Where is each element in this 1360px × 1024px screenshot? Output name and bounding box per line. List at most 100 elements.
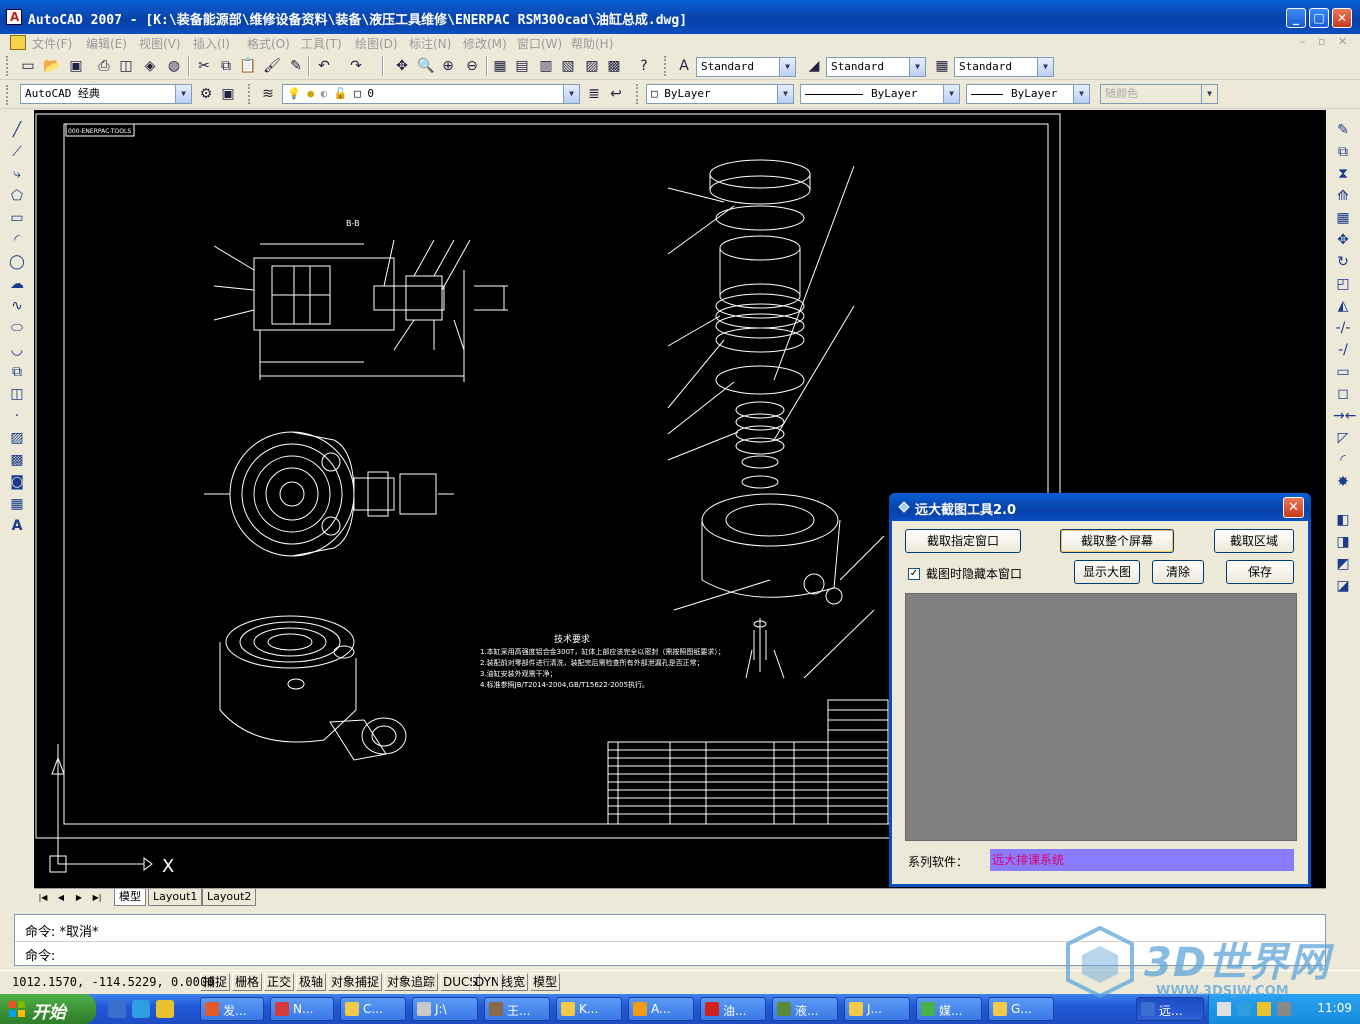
- taskbar-item[interactable]: 王...: [484, 997, 550, 1021]
- menu-dimension[interactable]: 标注(N): [409, 35, 451, 52]
- mdi-restore-icon[interactable]: ▫: [1318, 35, 1325, 48]
- tool-palettes-icon[interactable]: ▥: [536, 56, 556, 76]
- block-editor-icon[interactable]: ✎: [286, 56, 306, 76]
- taskbar-item[interactable]: 油...: [700, 997, 766, 1021]
- save-workspace-icon[interactable]: ▣: [218, 84, 238, 104]
- color-combo[interactable]: □ ByLayer ▼: [646, 84, 794, 104]
- chevron-down-icon[interactable]: ▼: [563, 85, 579, 103]
- trim-icon[interactable]: -/-: [1333, 318, 1353, 338]
- save-button[interactable]: 保存: [1226, 560, 1294, 584]
- tray-icon[interactable]: [1277, 1002, 1291, 1016]
- toolbar-grip[interactable]: [248, 84, 252, 104]
- chevron-down-icon[interactable]: ▼: [1073, 85, 1089, 103]
- chevron-down-icon[interactable]: ▼: [175, 85, 191, 103]
- taskbar-item[interactable]: J...: [844, 997, 910, 1021]
- pan-icon[interactable]: ✥: [392, 56, 412, 76]
- menu-view[interactable]: 视图(V): [139, 35, 181, 52]
- table-icon[interactable]: ▦: [7, 494, 27, 514]
- taskbar-item[interactable]: J:\: [412, 997, 478, 1021]
- clock[interactable]: 11:09: [1317, 1001, 1352, 1015]
- lineweight-toggle[interactable]: 线宽: [498, 973, 529, 991]
- menu-tools[interactable]: 工具(T): [301, 35, 342, 52]
- spline-icon[interactable]: ∿: [7, 296, 27, 316]
- table-style-combo[interactable]: Standard ▼: [954, 57, 1054, 77]
- plot-icon[interactable]: ⎙: [94, 56, 114, 76]
- workspace-combo[interactable]: AutoCAD 经典 ▼: [20, 84, 192, 104]
- text-style-icon[interactable]: A: [674, 56, 694, 76]
- insert-block-icon[interactable]: ⧉: [7, 362, 27, 382]
- undo-icon[interactable]: ↶: [314, 56, 334, 76]
- line-icon[interactable]: ╱: [7, 120, 27, 140]
- mdi-close-icon[interactable]: ✕: [1338, 35, 1347, 48]
- toolbar-grip[interactable]: [636, 84, 640, 104]
- zoom-window-icon[interactable]: ⊕: [438, 56, 458, 76]
- copy-object-icon[interactable]: ⧉: [1333, 142, 1353, 162]
- plot-preview-icon[interactable]: ◫: [116, 56, 136, 76]
- tray-icon[interactable]: [1257, 1002, 1271, 1016]
- erase-icon[interactable]: ✎: [1333, 120, 1353, 140]
- tray-icon[interactable]: [1217, 1002, 1231, 1016]
- draworder-front-icon[interactable]: ◧: [1333, 510, 1353, 530]
- show-large-button[interactable]: 显示大图: [1074, 560, 1140, 584]
- plot-style-combo[interactable]: 随颜色 ▼: [1100, 84, 1218, 104]
- prev-tab-icon[interactable]: ◀: [54, 891, 68, 904]
- help-icon[interactable]: ?: [634, 56, 654, 76]
- markup-icon[interactable]: ▨: [582, 56, 602, 76]
- chevron-down-icon[interactable]: ▼: [1201, 85, 1217, 103]
- taskbar-item[interactable]: 媒...: [916, 997, 982, 1021]
- zoom-realtime-icon[interactable]: 🔍: [416, 56, 436, 76]
- taskbar-item[interactable]: N...: [270, 997, 334, 1021]
- copy-icon[interactable]: ⧉: [216, 56, 236, 76]
- menu-help[interactable]: 帮助(H): [571, 35, 613, 52]
- taskbar-item[interactable]: K...: [556, 997, 622, 1021]
- osnap-toggle[interactable]: 对象捕捉: [328, 973, 383, 991]
- rectangle-icon[interactable]: ▭: [7, 208, 27, 228]
- snap-toggle[interactable]: 捕捉: [200, 973, 231, 991]
- capture-window-button[interactable]: 截取指定窗口: [905, 529, 1021, 553]
- tab-layout2[interactable]: Layout2: [202, 889, 257, 906]
- menu-modify[interactable]: 修改(M): [463, 35, 507, 52]
- otrack-toggle[interactable]: 对象追踪: [384, 973, 439, 991]
- chevron-down-icon[interactable]: ▼: [909, 58, 925, 76]
- start-button[interactable]: 开始: [0, 994, 96, 1024]
- array-icon[interactable]: ▦: [1333, 208, 1353, 228]
- tab-layout1[interactable]: Layout1: [148, 889, 203, 906]
- mdi-minimize-icon[interactable]: –: [1300, 35, 1306, 48]
- menu-insert[interactable]: 插入(I): [193, 35, 230, 52]
- hide-window-checkbox[interactable]: ✓: [908, 568, 920, 580]
- publish-web-icon[interactable]: ◍: [164, 56, 184, 76]
- toolbar-grip[interactable]: [664, 56, 668, 76]
- messenger-icon[interactable]: [132, 1000, 150, 1018]
- taskbar-item[interactable]: 液...: [772, 997, 838, 1021]
- taskbar-item[interactable]: 发...: [200, 997, 264, 1021]
- command-prompt[interactable]: 命令:: [25, 945, 55, 964]
- break-icon[interactable]: ◻: [1333, 384, 1353, 404]
- last-tab-icon[interactable]: ▶|: [90, 891, 104, 904]
- lineweight-combo[interactable]: ByLayer ▼: [966, 84, 1090, 104]
- text-style-combo[interactable]: Standard ▼: [696, 57, 796, 77]
- ellipse-arc-icon[interactable]: ◡: [7, 340, 27, 360]
- polyline-icon[interactable]: ⤷: [7, 164, 27, 184]
- menu-window[interactable]: 窗口(W): [517, 35, 562, 52]
- menu-file[interactable]: 文件(F): [32, 35, 72, 52]
- qq-icon[interactable]: [156, 1000, 174, 1018]
- make-block-icon[interactable]: ◫: [7, 384, 27, 404]
- tray-icon[interactable]: [1237, 1002, 1251, 1016]
- dim-style-icon[interactable]: ◢: [804, 56, 824, 76]
- draworder-back-icon[interactable]: ◨: [1333, 532, 1353, 552]
- menu-draw[interactable]: 绘图(D): [355, 35, 398, 52]
- toolbar-grip[interactable]: [6, 85, 10, 105]
- offset-icon[interactable]: ⟰: [1333, 186, 1353, 206]
- region-icon[interactable]: ◙: [7, 472, 27, 492]
- multiline-text-icon[interactable]: A: [7, 516, 27, 536]
- chevron-down-icon[interactable]: ▼: [779, 58, 795, 76]
- construction-line-icon[interactable]: ⟋: [7, 142, 27, 162]
- zoom-previous-icon[interactable]: ⊖: [462, 56, 482, 76]
- next-tab-icon[interactable]: ▶: [72, 891, 86, 904]
- new-icon[interactable]: ▭: [18, 56, 38, 76]
- menu-format[interactable]: 格式(O): [247, 35, 290, 52]
- polar-toggle[interactable]: 极轴: [296, 973, 327, 991]
- fillet-icon[interactable]: ◜: [1333, 450, 1353, 470]
- capture-region-button[interactable]: 截取区域: [1214, 529, 1294, 553]
- move-icon[interactable]: ✥: [1333, 230, 1353, 250]
